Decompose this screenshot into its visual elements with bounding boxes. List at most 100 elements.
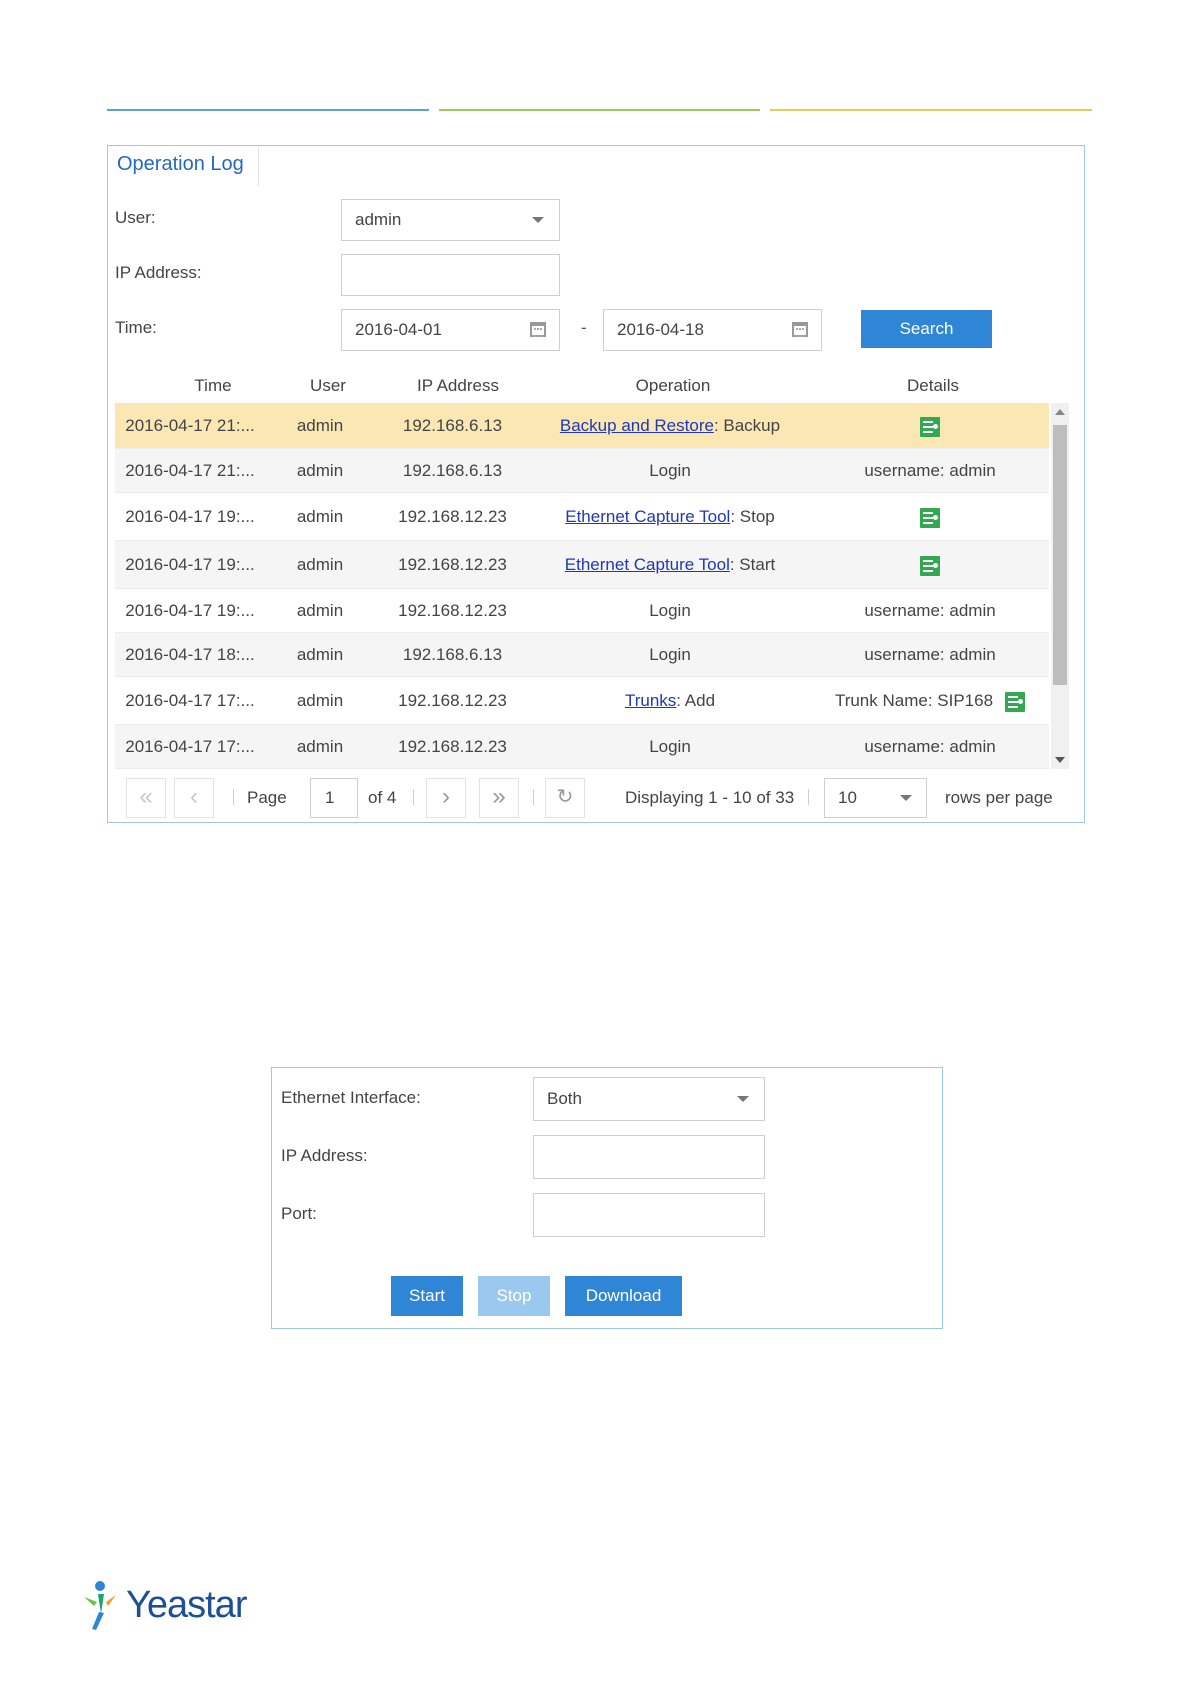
capture-ip-input[interactable] — [533, 1135, 765, 1179]
cell-details — [815, 403, 1045, 449]
operation-text: Login — [649, 601, 691, 620]
operation-link[interactable]: Ethernet Capture Tool — [565, 555, 730, 574]
cell-time: 2016-04-17 21:... — [125, 416, 255, 435]
page-label: Page — [247, 788, 287, 807]
table-header: Time User IP Address Operation Details — [108, 366, 1068, 406]
cell-user: admin — [296, 555, 344, 574]
cell-time: 2016-04-17 19:... — [125, 601, 255, 620]
capture-ip-label: IP Address: — [281, 1146, 368, 1165]
cell-operation: Login — [535, 589, 805, 633]
column-header-details[interactable]: Details — [818, 366, 1048, 406]
cell-time: 2016-04-17 19:... — [125, 555, 255, 574]
port-label: Port: — [281, 1204, 317, 1223]
details-text: Trunk Name: SIP168 — [834, 691, 994, 710]
cell-operation: Ethernet Capture Tool: Start — [535, 541, 805, 589]
table-row[interactable]: 2016-04-17 21:... admin 192.168.6.13 Backup… — [115, 403, 1049, 449]
details-text: username: admin — [864, 461, 996, 480]
display-count-text: Displaying 1 - 10 of 33 — [625, 788, 795, 807]
cell-operation: Login — [535, 633, 805, 677]
log-detail-icon[interactable] — [920, 555, 940, 576]
cell-ip: 192.168.12.23 — [398, 737, 507, 756]
cell-operation: Login — [535, 725, 805, 769]
time-from-input[interactable]: 2016-04-01 — [341, 309, 560, 351]
download-button[interactable]: Download — [565, 1276, 682, 1316]
cell-ip: 192.168.12.23 — [398, 555, 507, 574]
ip-address-input[interactable] — [341, 254, 560, 296]
table-row[interactable]: 2016-04-17 21:... admin 192.168.6.13 Login u… — [115, 449, 1049, 493]
scrollbar-thumb[interactable] — [1053, 425, 1067, 685]
cell-time: 2016-04-17 17:... — [125, 691, 255, 710]
cell-user: admin — [296, 645, 344, 664]
operation-link[interactable]: Backup and Restore — [560, 416, 714, 435]
page-number-input[interactable]: 1 — [310, 778, 358, 818]
operation-link[interactable]: Ethernet Capture Tool — [565, 507, 730, 526]
cell-details: username: admin — [815, 589, 1045, 633]
time-to-input[interactable]: 2016-04-18 — [603, 309, 822, 351]
details-text: username: admin — [864, 601, 996, 620]
header-rule-green — [439, 109, 760, 111]
table-row[interactable]: 2016-04-17 17:... admin 192.168.12.23 Trunk… — [115, 677, 1049, 725]
cell-details: username: admin — [815, 449, 1045, 493]
table-row[interactable]: 2016-04-17 19:... admin 192.168.12.23 Ether… — [115, 493, 1049, 541]
column-header-time[interactable]: Time — [153, 366, 273, 406]
cell-ip: 192.168.12.23 — [398, 507, 507, 526]
user-select[interactable]: admin — [341, 199, 560, 241]
search-button[interactable]: Search — [861, 310, 992, 348]
operation-log-panel: Operation Log User: admin IP Address: Ti… — [107, 145, 1085, 823]
cell-user: admin — [296, 601, 344, 620]
operation-text: : Start — [729, 555, 776, 574]
port-input[interactable] — [533, 1193, 765, 1237]
time-label: Time: — [115, 318, 157, 337]
pager-divider — [233, 789, 234, 805]
column-header-operation[interactable]: Operation — [538, 366, 808, 406]
table-row[interactable]: 2016-04-17 17:... admin 192.168.12.23 Login… — [115, 725, 1049, 769]
cell-operation: Backup and Restore: Backup — [535, 403, 805, 449]
cell-details: username: admin — [815, 633, 1045, 677]
table-row[interactable]: 2016-04-17 19:... admin 192.168.12.23 Ether… — [115, 541, 1049, 589]
cell-details — [815, 541, 1045, 589]
details-text: username: admin — [864, 737, 996, 756]
rows-per-page-label: rows per page — [945, 788, 1053, 807]
table-row[interactable]: 2016-04-17 18:... admin 192.168.6.13 Login u… — [115, 633, 1049, 677]
cell-ip: 192.168.6.13 — [402, 461, 503, 480]
time-from-value: 2016-04-01 — [355, 320, 442, 339]
next-page-icon[interactable]: › — [426, 778, 466, 818]
cell-operation: Ethernet Capture Tool: Stop — [535, 493, 805, 541]
ethernet-interface-value: Both — [547, 1089, 582, 1108]
details-text: username: admin — [864, 645, 996, 664]
scroll-up-icon[interactable] — [1055, 409, 1065, 415]
calendar-icon[interactable] — [792, 322, 808, 337]
pagination-bar: « ‹ Page 1 of 4 › » ↻ Displaying 1 - 10 … — [108, 774, 1084, 822]
cell-details: Trunk Name: SIP168 — [815, 677, 1045, 725]
ethernet-interface-select[interactable]: Both — [533, 1077, 765, 1121]
table-row[interactable]: 2016-04-17 19:... admin 192.168.12.23 Login… — [115, 589, 1049, 633]
last-page-icon[interactable]: » — [479, 778, 519, 818]
operation-text: Login — [649, 461, 691, 480]
column-header-ip[interactable]: IP Address — [383, 366, 533, 406]
column-header-user[interactable]: User — [278, 366, 378, 406]
user-select-value: admin — [355, 210, 402, 229]
rows-per-page-select[interactable]: 10 — [824, 778, 927, 818]
stop-button[interactable]: Stop — [478, 1276, 550, 1316]
first-page-icon[interactable]: « — [126, 778, 166, 818]
log-detail-icon[interactable] — [920, 416, 940, 437]
start-button[interactable]: Start — [391, 1276, 463, 1316]
scroll-down-icon[interactable] — [1055, 757, 1065, 763]
operation-link[interactable]: Trunks — [625, 691, 676, 710]
cell-time: 2016-04-17 17:... — [125, 737, 255, 756]
refresh-icon[interactable]: ↻ — [545, 778, 585, 818]
calendar-icon[interactable] — [530, 322, 546, 337]
log-detail-icon[interactable] — [1005, 691, 1026, 712]
cell-ip: 192.168.12.23 — [398, 691, 507, 710]
operation-text: : Stop — [730, 507, 775, 526]
prev-page-icon[interactable]: ‹ — [174, 778, 214, 818]
table-scrollbar[interactable] — [1051, 403, 1069, 769]
user-label: User: — [115, 208, 156, 227]
operation-text: : Backup — [713, 416, 781, 435]
pager-divider — [413, 789, 414, 805]
cell-ip: 192.168.12.23 — [398, 601, 507, 620]
operation-text: : Add — [676, 691, 716, 710]
log-detail-icon[interactable] — [920, 507, 940, 528]
page-number-value: 1 — [325, 788, 335, 807]
cell-details: username: admin — [815, 725, 1045, 769]
